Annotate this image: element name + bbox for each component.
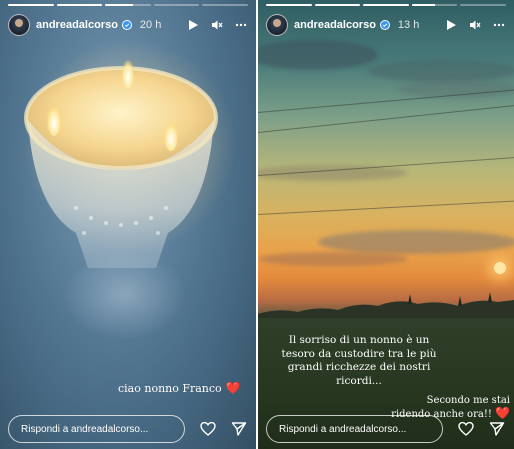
progress-segment bbox=[266, 4, 312, 6]
cloud bbox=[318, 230, 514, 254]
story-caption: Il sorriso di un nonno è un tesoro da cu… bbox=[281, 334, 437, 387]
progress-segment bbox=[202, 4, 248, 6]
heart-icon[interactable] bbox=[199, 420, 217, 438]
story-progress-bar bbox=[8, 4, 248, 6]
reply-input[interactable]: Rispondi a andreadalcorso... bbox=[8, 415, 185, 443]
progress-segment bbox=[460, 4, 506, 6]
reply-bar: Rispondi a andreadalcorso... bbox=[266, 414, 506, 444]
cloud bbox=[258, 40, 378, 70]
reply-input[interactable]: Rispondi a andreadalcorso... bbox=[266, 415, 443, 443]
verified-badge-icon bbox=[121, 20, 132, 30]
username[interactable]: andreadalcorso bbox=[36, 19, 118, 31]
post-time: 20 h bbox=[139, 19, 162, 31]
play-icon[interactable] bbox=[186, 18, 200, 32]
send-icon[interactable] bbox=[230, 420, 248, 438]
progress-segment bbox=[56, 4, 103, 6]
sun bbox=[494, 262, 506, 274]
story-right[interactable]: andreadalcorso 13 h Il sorriso di un non… bbox=[258, 0, 514, 449]
story-header: andreadalcorso 20 h bbox=[8, 12, 248, 38]
progress-segment bbox=[363, 4, 409, 6]
mute-icon[interactable] bbox=[468, 18, 482, 32]
play-icon[interactable] bbox=[444, 18, 458, 32]
caption-text: ciao nonno Franco bbox=[118, 381, 222, 395]
progress-segment bbox=[314, 4, 361, 6]
send-icon[interactable] bbox=[488, 420, 506, 438]
progress-segment bbox=[153, 4, 200, 6]
more-icon[interactable] bbox=[492, 18, 506, 32]
progress-segment bbox=[8, 4, 54, 6]
avatar[interactable] bbox=[8, 14, 30, 36]
candle-image bbox=[24, 59, 218, 268]
progress-segment bbox=[105, 4, 151, 6]
story-progress-bar bbox=[266, 4, 506, 6]
verified-badge-icon bbox=[379, 20, 390, 30]
story-header: andreadalcorso 13 h bbox=[266, 12, 506, 38]
progress-segment bbox=[411, 4, 458, 6]
story-left[interactable]: andreadalcorso 20 h ciao nonno Franco ❤️… bbox=[0, 0, 256, 449]
reply-bar: Rispondi a andreadalcorso... bbox=[8, 414, 248, 444]
cloud bbox=[258, 252, 408, 266]
avatar[interactable] bbox=[266, 14, 288, 36]
mute-icon[interactable] bbox=[210, 18, 224, 32]
heart-icon[interactable] bbox=[457, 420, 475, 438]
story-caption: ciao nonno Franco ❤️ bbox=[118, 381, 241, 395]
power-line bbox=[258, 200, 514, 215]
username[interactable]: andreadalcorso bbox=[294, 19, 376, 31]
post-time: 13 h bbox=[397, 19, 420, 31]
cloud bbox=[368, 60, 514, 82]
candle-reflection bbox=[62, 250, 187, 340]
more-icon[interactable] bbox=[234, 18, 248, 32]
heart-emoji-icon: ❤️ bbox=[225, 381, 241, 395]
